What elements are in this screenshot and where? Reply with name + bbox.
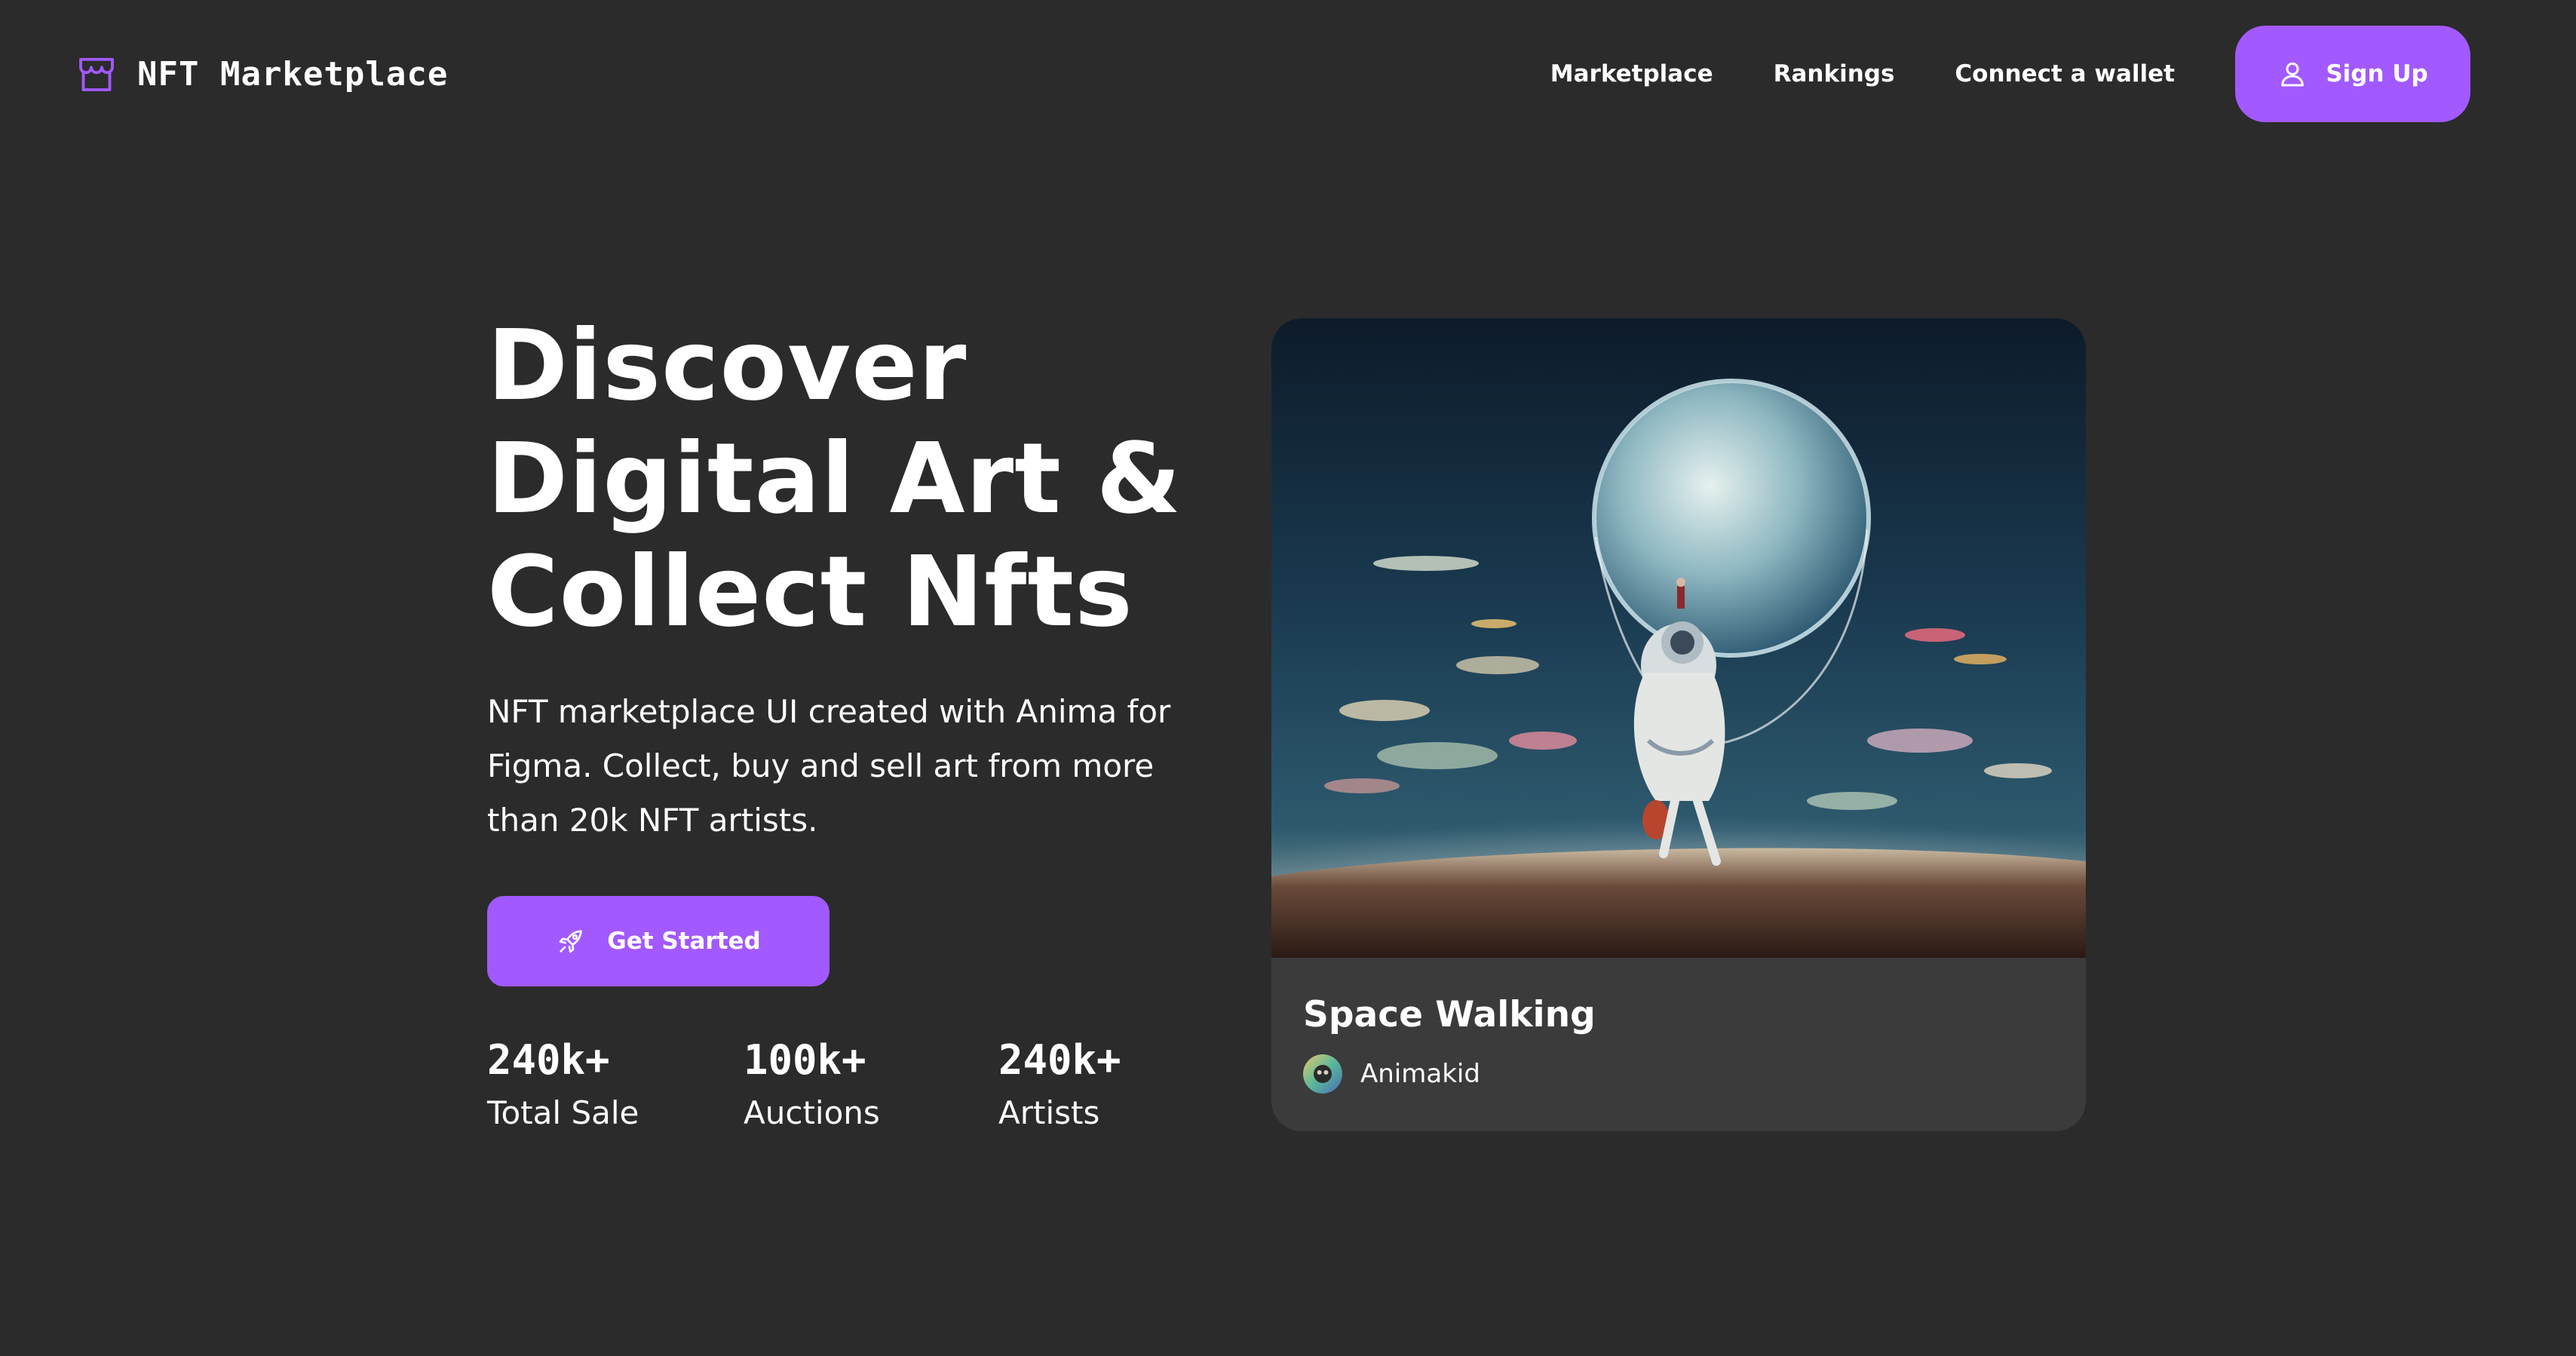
logo[interactable]: NFT Marketplace <box>75 50 448 98</box>
card-info: Space Walking Animakid <box>1303 991 1596 1094</box>
artist-avatar <box>1303 1054 1342 1094</box>
stat-label: Total Sale <box>487 1094 639 1131</box>
artist-name: Animakid <box>1360 1059 1480 1089</box>
featured-nft-card[interactable]: Space Walking Animakid <box>1271 318 2086 1131</box>
storefront-icon <box>79 57 114 91</box>
rocket-icon <box>559 930 582 953</box>
nav-link-marketplace[interactable]: Marketplace <box>1550 60 1713 87</box>
stat-total-sale: 240k+ Total Sale <box>487 1035 728 1137</box>
nav-link-connect-wallet[interactable]: Connect a wallet <box>1955 60 2175 87</box>
stat-label: Artists <box>998 1094 1100 1131</box>
stat-value: 100k+ <box>744 1036 866 1084</box>
stat-label: Auctions <box>744 1094 880 1131</box>
get-started-label: Get Started <box>607 928 761 955</box>
brand-name: NFT Marketplace <box>137 54 449 94</box>
sign-up-button[interactable]: Sign Up <box>2235 26 2470 122</box>
site-header: NFT Marketplace Marketplace Rankings Con… <box>0 0 2576 148</box>
stat-value: 240k+ <box>998 1036 1121 1084</box>
hero-title-line: Collect Nfts <box>487 535 1133 649</box>
sign-up-label: Sign Up <box>2326 60 2428 87</box>
hero-title-line: Discover <box>487 309 968 422</box>
hero-title: Discover Digital Art & Collect Nfts <box>487 309 1182 649</box>
main-nav: Marketplace Rankings Connect a wallet Si… <box>1550 26 2470 122</box>
stat-artists: 240k+ Artists <box>998 1035 1240 1137</box>
get-started-button[interactable]: Get Started <box>487 896 830 986</box>
hero-title-line: Digital Art & <box>487 422 1182 535</box>
stat-value: 240k+ <box>487 1036 610 1084</box>
user-icon <box>2281 62 2305 87</box>
stat-auctions: 100k+ Auctions <box>744 1035 985 1137</box>
hero-description: NFT marketplace UI created with Anima fo… <box>487 693 1171 839</box>
nft-artwork-image <box>1271 318 2086 958</box>
artist-row[interactable]: Animakid <box>1303 1054 1596 1094</box>
nav-link-rankings[interactable]: Rankings <box>1774 60 1895 87</box>
nft-title: Space Walking <box>1303 994 1596 1035</box>
